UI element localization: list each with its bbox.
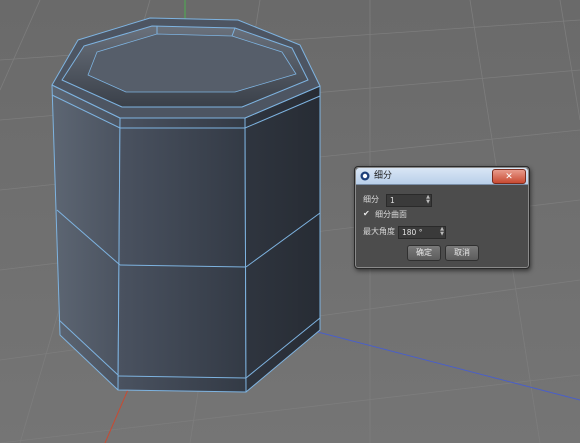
max-angle-value: 180 ° <box>402 228 423 237</box>
close-button[interactable]: ✕ <box>492 169 526 184</box>
dialog-titlebar[interactable]: 细分 ✕ <box>356 168 528 185</box>
ok-button[interactable]: 确定 <box>407 245 441 261</box>
subdivision-value: 1 <box>390 196 395 205</box>
octagon-cup-model <box>51 17 321 393</box>
max-angle-label: 最大角度 <box>363 227 395 236</box>
subdivide-surface-label: 细分曲面 <box>375 210 407 219</box>
cancel-button[interactable]: 取消 <box>445 245 479 261</box>
spin-arrows-icon[interactable]: ▲ ▼ <box>440 227 444 237</box>
subdivision-input[interactable]: 1 ▲ ▼ <box>386 194 432 207</box>
close-icon: ✕ <box>505 171 513 182</box>
subdivide-dialog: 细分 ✕ 细分 1 ▲ ▼ ✔ 细分曲面 最大角度 180 ° ▲ ▼ 确定 取消 <box>354 166 530 269</box>
dialog-title: 细分 <box>374 171 393 181</box>
spin-arrows-icon[interactable]: ▲ ▼ <box>426 195 430 205</box>
max-angle-input[interactable]: 180 ° ▲ ▼ <box>398 226 446 239</box>
c4d-logo-icon <box>360 171 370 181</box>
checkmark-icon[interactable]: ✔ <box>363 209 370 219</box>
subdivision-label: 细分 <box>363 195 379 204</box>
